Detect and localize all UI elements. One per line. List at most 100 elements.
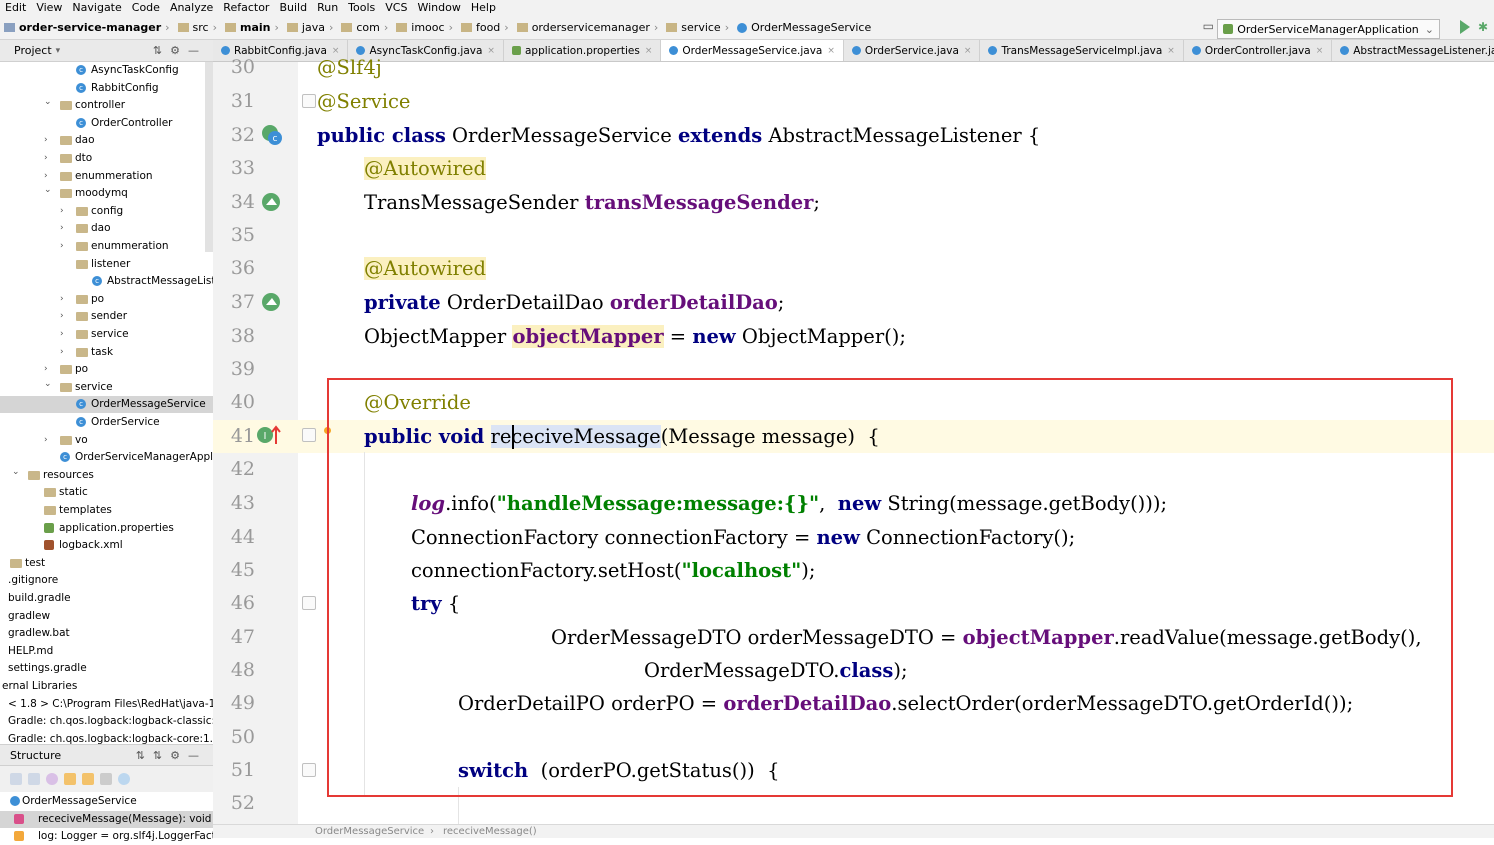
chevron-right-icon[interactable]: › — [60, 326, 68, 343]
breadcrumb-item[interactable]: src › — [174, 21, 221, 34]
tree-item[interactable]: › dao — [0, 132, 213, 149]
tree-item[interactable]: listener — [0, 256, 213, 273]
structure-title[interactable]: Structure — [10, 749, 61, 762]
close-icon[interactable]: × — [487, 46, 495, 56]
chevron-right-icon[interactable]: › — [44, 432, 52, 449]
chevron-down-icon[interactable]: ⌄ — [44, 376, 52, 393]
sort-alpha-icon[interactable] — [10, 773, 22, 785]
tree-item[interactable]: settings.gradle — [0, 660, 213, 677]
tree-item[interactable]: › dao — [0, 220, 213, 237]
menu-analyze[interactable]: Analyze — [165, 0, 218, 16]
structure-item[interactable]: receciveMessage(Message): void — [0, 810, 213, 828]
breadcrumb-item[interactable]: com › — [337, 21, 392, 34]
show-fields-icon[interactable] — [82, 773, 94, 785]
tree-item[interactable]: Gradle: ch.qos.logback:logback-core:1.2.… — [0, 731, 213, 744]
tree-item[interactable]: › enummeration — [0, 238, 213, 255]
breadcrumb-item[interactable]: OrderMessageService — [733, 21, 875, 34]
chevron-right-icon[interactable]: › — [60, 238, 68, 255]
tree-item[interactable]: › sender — [0, 308, 213, 325]
tree-item[interactable]: test — [0, 555, 213, 572]
filter-icon[interactable] — [100, 773, 112, 785]
tree-item[interactable]: Gradle: ch.qos.logback:logback-classic:1… — [0, 713, 213, 730]
tree-item[interactable]: › vo — [0, 432, 213, 449]
tree-item[interactable]: ⌄ service — [0, 379, 213, 396]
structure-panel-tools[interactable]: ⇅⇅⚙— — [136, 749, 207, 762]
chevron-down-icon[interactable]: ⌄ — [44, 182, 52, 199]
status-crumb[interactable]: receciveMessage() — [443, 825, 537, 838]
editor-tab[interactable]: application.properties × — [504, 40, 662, 61]
structure-item[interactable]: log: Logger = org.slf4j.LoggerFacto — [0, 828, 213, 845]
tree-item[interactable]: › task — [0, 344, 213, 361]
project-tree-scrollbar[interactable] — [205, 62, 213, 252]
chevron-right-icon[interactable]: › — [60, 291, 68, 308]
breadcrumb-item[interactable]: imooc › — [392, 21, 457, 34]
menu-tools[interactable]: Tools — [343, 0, 380, 16]
tree-item[interactable]: c OrderController — [0, 115, 213, 132]
menu-vcs[interactable]: VCS — [380, 0, 412, 16]
menu-code[interactable]: Code — [127, 0, 165, 16]
close-icon[interactable]: × — [964, 46, 972, 56]
debug-button[interactable]: ✱ — [1478, 20, 1490, 34]
editor-tab[interactable]: OrderController.java × — [1184, 40, 1333, 61]
tree-item[interactable]: › config — [0, 203, 213, 220]
breadcrumb-item[interactable]: service › — [662, 21, 733, 34]
autowired-bean-icon[interactable] — [260, 291, 280, 311]
chevron-down-icon[interactable]: ⌄ — [12, 464, 20, 481]
tree-item[interactable]: c OrderMessageService — [0, 396, 213, 414]
chevron-down-icon[interactable]: ▾ — [56, 46, 61, 56]
tree-item[interactable]: HELP.md — [0, 643, 213, 660]
run-button[interactable] — [1460, 20, 1470, 34]
menu-edit[interactable]: Edit — [0, 0, 31, 16]
run-configuration-select[interactable]: OrderServiceManagerApplication ⌄ — [1217, 19, 1440, 39]
menu-run[interactable]: Run — [312, 0, 343, 16]
tree-item[interactable]: c AsyncTaskConfig — [0, 62, 213, 79]
tree-item[interactable]: ⌄ resources — [0, 467, 213, 484]
tree-item[interactable]: ernal Libraries — [0, 678, 213, 695]
chevron-right-icon[interactable]: › — [44, 150, 52, 167]
breadcrumb-item[interactable]: main › — [221, 21, 283, 34]
close-icon[interactable]: × — [1167, 46, 1175, 56]
editor-tab[interactable]: AbstractMessageListener.java× — [1332, 40, 1494, 61]
menu-view[interactable]: View — [31, 0, 67, 16]
show-properties-icon[interactable] — [64, 773, 76, 785]
spring-bean-class-icon[interactable]: c — [260, 123, 282, 145]
breadcrumb-item[interactable]: java › — [283, 21, 337, 34]
tree-item[interactable]: build.gradle — [0, 590, 213, 607]
menu-refactor[interactable]: Refactor — [218, 0, 274, 16]
close-icon[interactable]: × — [645, 46, 653, 56]
tree-item[interactable]: application.properties — [0, 520, 213, 537]
editor-tab[interactable]: OrderMessageService.java × — [661, 40, 844, 61]
menu-window[interactable]: Window — [412, 0, 465, 16]
chevron-right-icon[interactable]: › — [60, 344, 68, 361]
chevron-right-icon[interactable]: › — [60, 203, 68, 220]
tree-item[interactable]: › po — [0, 291, 213, 308]
editor-tab[interactable]: TransMessageServiceImpl.java × — [980, 40, 1184, 61]
project-panel-tools[interactable]: ⇅⚙— — [153, 44, 207, 57]
sort-visibility-icon[interactable] — [28, 773, 40, 785]
fold-marker[interactable] — [302, 596, 316, 610]
chevron-right-icon[interactable]: › — [44, 132, 52, 149]
fold-marker[interactable] — [302, 428, 316, 442]
editor-tab[interactable]: OrderService.java × — [844, 40, 981, 61]
breadcrumb-item[interactable]: orderservicemanager › — [513, 21, 663, 34]
breadcrumb-item[interactable]: order-service-manager › — [0, 21, 174, 34]
chevron-down-icon[interactable]: ⌄ — [44, 94, 52, 111]
chevron-right-icon[interactable]: › — [60, 220, 68, 237]
tree-item[interactable]: › dto — [0, 150, 213, 167]
menu-help[interactable]: Help — [466, 0, 501, 16]
tree-item[interactable]: c AbstractMessageListe — [0, 273, 213, 290]
tree-item[interactable]: ⌄ controller — [0, 97, 213, 114]
menu-build[interactable]: Build — [274, 0, 312, 16]
tree-item[interactable]: gradlew.bat — [0, 625, 213, 642]
implements-method-icon[interactable]: I — [256, 424, 281, 444]
tree-item[interactable]: › enummeration — [0, 168, 213, 185]
monitor-icon[interactable]: ▭ — [1203, 19, 1214, 33]
tree-item[interactable]: c RabbitConfig — [0, 80, 213, 97]
tree-item[interactable]: < 1.8 > C:\Program Files\RedHat\java-1.8… — [0, 696, 213, 713]
close-icon[interactable]: × — [827, 46, 835, 56]
tree-item[interactable]: › po — [0, 361, 213, 378]
tree-item[interactable]: › service — [0, 326, 213, 343]
breadcrumb-item[interactable]: food › — [457, 21, 513, 34]
fold-marker[interactable] — [302, 94, 316, 108]
menu-navigate[interactable]: Navigate — [67, 0, 126, 16]
